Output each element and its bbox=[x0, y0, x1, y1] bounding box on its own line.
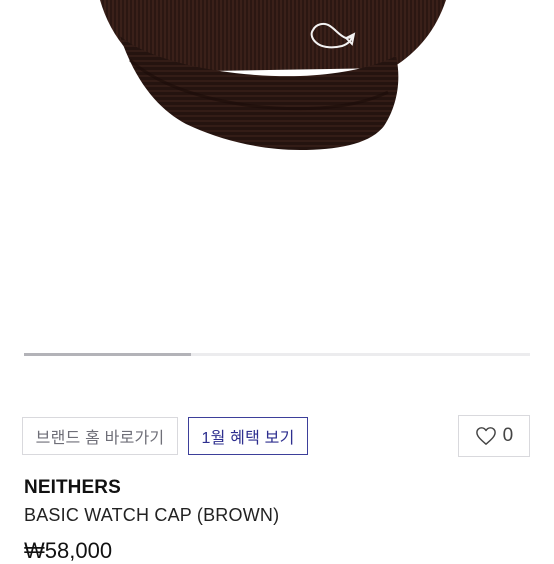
beanie-image bbox=[100, 0, 446, 150]
carousel-progress-bar bbox=[24, 353, 191, 356]
heart-outline-icon bbox=[475, 426, 497, 446]
product-name: BASIC WATCH CAP (BROWN) bbox=[24, 505, 280, 525]
like-button[interactable]: 0 bbox=[458, 415, 530, 457]
product-image[interactable] bbox=[0, 0, 554, 345]
product-price: ₩58,000 bbox=[24, 538, 113, 563]
brand-name[interactable]: NEITHERS bbox=[24, 477, 121, 499]
carousel-indicator[interactable] bbox=[24, 353, 530, 356]
action-row: 브랜드 홈 바로가기 1월 혜택 보기 0 bbox=[0, 415, 554, 457]
monthly-benefit-button[interactable]: 1월 혜택 보기 bbox=[188, 417, 308, 455]
like-count: 0 bbox=[502, 425, 514, 446]
brand-home-button[interactable]: 브랜드 홈 바로가기 bbox=[22, 417, 178, 455]
